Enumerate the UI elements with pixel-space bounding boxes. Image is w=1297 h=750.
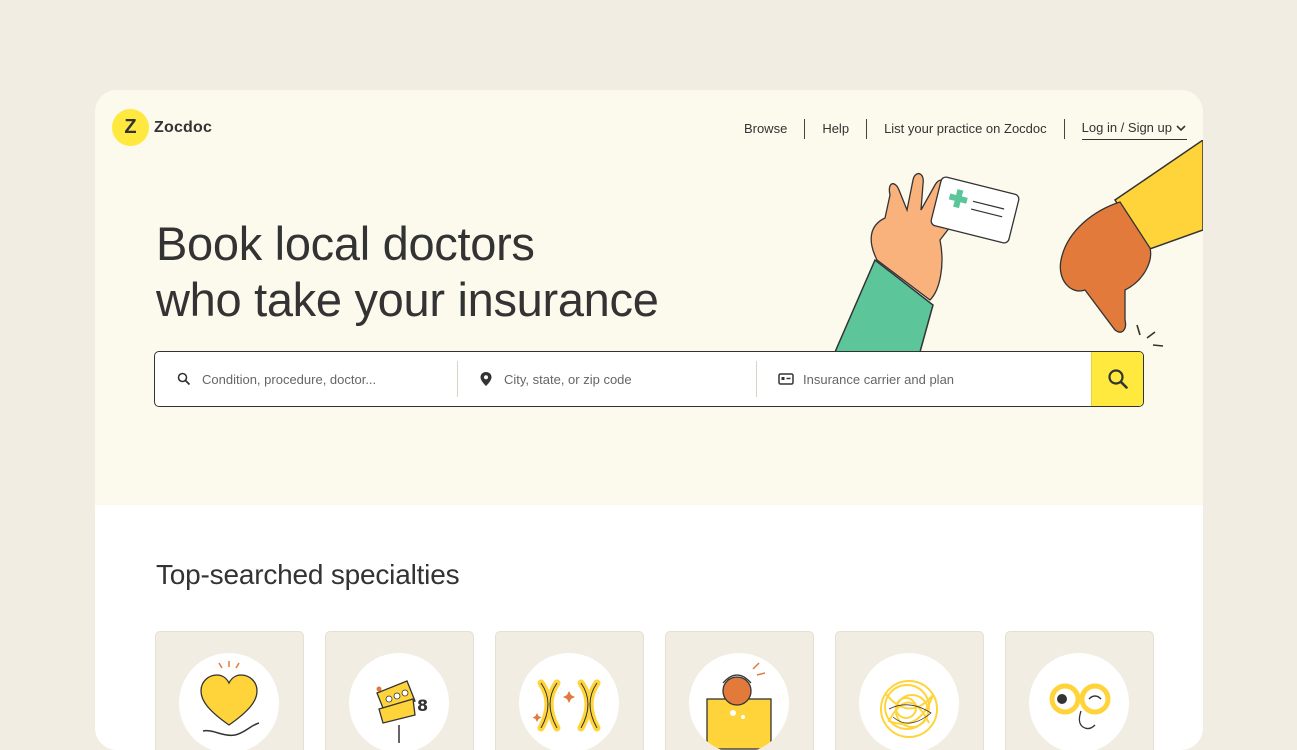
nav-browse[interactable]: Browse xyxy=(727,119,804,139)
chevron-down-icon xyxy=(1176,125,1186,132)
hero-section: Z Zocdoc Browse Help List your practice … xyxy=(95,90,1203,505)
insurance-search-field[interactable] xyxy=(756,352,1091,406)
specialty-card[interactable] xyxy=(835,631,984,750)
specialty-card[interactable]: 8 xyxy=(325,631,474,750)
specialty-card[interactable] xyxy=(155,631,304,750)
headline-line-2: who take your insurance xyxy=(156,273,659,326)
chromosome-icon xyxy=(519,653,619,750)
logo-mark-icon: Z xyxy=(112,109,149,146)
location-input[interactable] xyxy=(504,371,734,387)
svg-text:8: 8 xyxy=(417,696,428,715)
specialty-card[interactable] xyxy=(665,631,814,750)
specialty-card[interactable] xyxy=(495,631,644,750)
heart-hand-icon xyxy=(179,653,279,750)
teeth-icon: 8 xyxy=(349,653,449,750)
hands-insurance-card-illustration xyxy=(834,140,1203,352)
condition-search-field[interactable] xyxy=(155,352,457,406)
condition-input[interactable] xyxy=(202,371,432,387)
search-icon xyxy=(1107,369,1128,389)
nav-help[interactable]: Help xyxy=(805,119,866,139)
nav-login[interactable]: Log in / Sign up xyxy=(1065,118,1187,140)
glasses-icon xyxy=(1029,653,1129,750)
browser-window: Z Zocdoc Browse Help List your practice … xyxy=(95,90,1203,750)
location-search-field[interactable] xyxy=(457,352,756,406)
specialty-card[interactable] xyxy=(1005,631,1154,750)
insurance-card-icon xyxy=(778,371,794,387)
search-icon xyxy=(177,371,193,387)
eye-icon xyxy=(689,653,789,750)
scribble-icon xyxy=(859,653,959,750)
hero-headline: Book local doctors who take your insuran… xyxy=(156,216,659,328)
login-label: Log in / Sign up xyxy=(1081,120,1172,135)
specialties-title: Top-searched specialties xyxy=(156,559,460,590)
search-button[interactable] xyxy=(1091,352,1143,406)
insurance-input[interactable] xyxy=(803,371,1033,387)
logo-text: Zocdoc xyxy=(154,118,213,136)
nav-list-practice[interactable]: List your practice on Zocdoc xyxy=(867,119,1064,139)
logo[interactable]: Z Zocdoc xyxy=(112,109,212,146)
location-pin-icon xyxy=(479,371,495,387)
headline-line-1: Book local doctors xyxy=(156,217,535,270)
top-nav: Browse Help List your practice on Zocdoc… xyxy=(727,118,1187,140)
search-bar xyxy=(154,351,1144,407)
specialties-list: 8 xyxy=(155,631,1154,750)
